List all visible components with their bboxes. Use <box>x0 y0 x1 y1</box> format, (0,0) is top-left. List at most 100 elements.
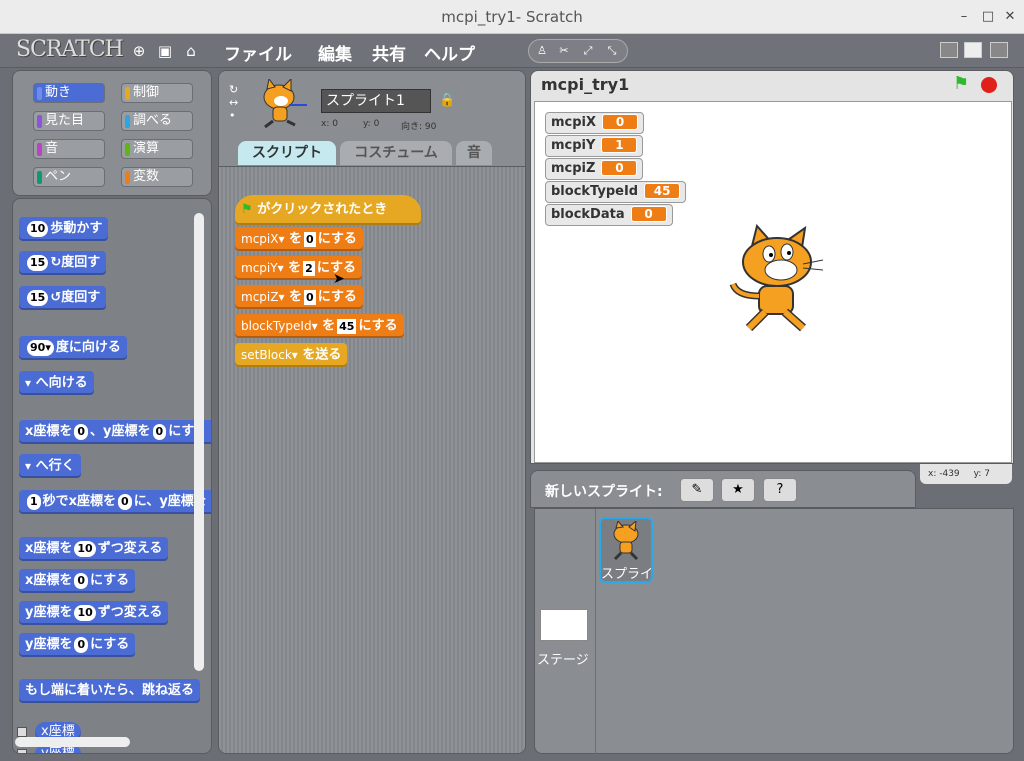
duplicate-stamp-icon[interactable]: ♙ <box>533 43 551 59</box>
value-input[interactable]: 45 <box>337 318 357 334</box>
stage-canvas[interactable]: mcpiX 0 mcpiY 1 mcpiZ 0 blockTypeId 45 block… <box>534 101 1012 463</box>
category-operators[interactable]: 演算 <box>121 139 193 159</box>
set-variable-block[interactable]: mcpiX▾ を 0 にする <box>235 227 363 251</box>
x-input[interactable]: 0 <box>74 572 89 589</box>
move-steps-block[interactable]: 10 歩動かす <box>19 217 109 241</box>
value-input[interactable]: 0 <box>304 231 316 247</box>
variable-monitor[interactable]: blockTypeId 45 <box>545 181 687 203</box>
x-change-input[interactable]: 10 <box>74 540 96 557</box>
xpos-checkbox[interactable] <box>17 727 27 737</box>
share-upload-icon[interactable]: ⌂ <box>182 42 200 60</box>
direction-dropdown[interactable]: 90▾ <box>27 339 54 356</box>
grow-icon[interactable]: ⤢ <box>579 43 597 59</box>
green-flag-icon[interactable]: ⚑ <box>953 73 969 94</box>
scripts-area[interactable]: ⚑ がクリックされたとき mcpiX▾ を 0 にする mcpiY▾ を 2 にする m… <box>218 166 526 754</box>
variable-dropdown[interactable]: blockTypeId <box>241 314 312 338</box>
sprite-name-input[interactable]: スプライト1 <box>321 89 431 113</box>
variable-monitor[interactable]: mcpiY 1 <box>545 135 644 157</box>
menu-file[interactable]: ファイル <box>224 40 292 65</box>
turn-right-block[interactable]: 15 ↻度回す <box>19 251 107 275</box>
stage-thumbnail[interactable] <box>540 609 588 641</box>
bounce-block[interactable]: もし端に着いたら、跳ね返る <box>19 679 201 703</box>
degrees-input[interactable]: 15 <box>27 254 49 271</box>
x-input[interactable]: 0 <box>74 423 89 440</box>
set-variable-block[interactable]: mcpiZ▾ を 0 にする <box>235 285 363 309</box>
shrink-icon[interactable]: ⤡ <box>603 43 621 59</box>
broadcast-block[interactable]: setBlock▾ を送る <box>235 343 348 367</box>
change-x-block[interactable]: x座標を 10 ずつ変える <box>19 537 169 561</box>
message-dropdown[interactable]: setBlock <box>241 343 292 367</box>
minimize-icon[interactable]: – <box>956 9 972 25</box>
maximize-icon[interactable]: □ <box>980 9 996 25</box>
language-globe-icon[interactable]: ⊕ <box>130 42 148 60</box>
y-input[interactable]: 0 <box>152 423 167 440</box>
save-disk-icon[interactable]: ▣ <box>156 42 174 60</box>
x-input[interactable]: 0 <box>118 493 132 510</box>
chevron-down-icon: ▾ <box>311 319 318 333</box>
palette-vertical-scrollbar[interactable] <box>194 213 204 671</box>
lock-icon[interactable]: 🔒 <box>439 93 455 108</box>
variable-monitor[interactable]: mcpiZ 0 <box>545 158 644 180</box>
category-control[interactable]: 制御 <box>121 83 193 103</box>
sprite-thumbnail[interactable]: スプライト1 <box>599 517 653 583</box>
tab-scripts[interactable]: スクリプト <box>238 141 336 165</box>
cat-sprite[interactable] <box>723 224 827 336</box>
palette-horizontal-scrollbar[interactable] <box>15 737 130 747</box>
close-icon[interactable]: ✕ <box>1002 9 1018 25</box>
sprite-list-divider <box>595 509 596 755</box>
category-panel: 動き 制御 見た目 調べる 音 演算 ペン 変数 <box>12 70 212 196</box>
target-dropdown[interactable]: ▾ <box>25 454 31 478</box>
variable-monitor[interactable]: blockData 0 <box>545 204 673 226</box>
point-direction-block[interactable]: 90▾ 度に向ける <box>19 336 127 360</box>
menu-help[interactable]: ヘルプ <box>424 40 475 65</box>
glide-block[interactable]: 1 秒でx座標を 0 に、y座標を <box>19 490 211 514</box>
point-towards-block[interactable]: ▾ へ向ける <box>19 371 94 395</box>
menu-edit[interactable]: 編集 <box>318 40 352 65</box>
category-variables[interactable]: 変数 <box>121 167 193 187</box>
turn-left-block[interactable]: 15 ↺度回す <box>19 286 107 310</box>
goto-block[interactable]: ▾ へ行く <box>19 454 81 478</box>
set-variable-block[interactable]: blockTypeId▾ を 45 にする <box>235 314 404 338</box>
ypos-checkbox[interactable] <box>17 749 27 753</box>
small-stage-mode-icon[interactable] <box>940 42 958 58</box>
choose-sprite-file-button[interactable]: ★ <box>721 478 755 502</box>
change-y-block[interactable]: y座標を 10 ずつ変える <box>19 601 169 625</box>
random-sprite-button[interactable]: ? <box>763 478 797 502</box>
goto-xy-block[interactable]: x座標を 0 、y座標を 0 にす <box>19 420 211 444</box>
when-flag-clicked-block[interactable]: ⚑ がクリックされたとき <box>235 195 421 225</box>
mouse-x: x: -439 <box>928 469 960 479</box>
set-y-block[interactable]: y座標を 0 にする <box>19 633 136 657</box>
delete-scissors-icon[interactable]: ✂ <box>555 43 573 59</box>
set-x-block[interactable]: x座標を 0 にする <box>19 569 136 593</box>
chevron-down-icon: ▾ <box>291 348 298 362</box>
category-motion[interactable]: 動き <box>33 83 105 103</box>
block-text: にする <box>90 637 130 652</box>
rotation-style-icons[interactable]: ↻ ↔ • <box>229 83 243 123</box>
category-color <box>37 115 42 128</box>
normal-stage-mode-icon[interactable] <box>964 42 982 58</box>
category-looks[interactable]: 見た目 <box>33 111 105 131</box>
tab-sounds[interactable]: 音 <box>456 141 492 165</box>
degrees-input[interactable]: 15 <box>27 289 49 306</box>
target-dropdown[interactable]: ▾ <box>25 371 31 395</box>
steps-input[interactable]: 10 <box>27 220 49 237</box>
value-input[interactable]: 0 <box>304 289 316 305</box>
value-input[interactable]: 2 <box>303 260 315 276</box>
seconds-input[interactable]: 1 <box>27 493 41 510</box>
paint-new-sprite-button[interactable]: ✎ <box>680 478 714 502</box>
category-color <box>37 143 42 156</box>
menu-share[interactable]: 共有 <box>372 40 406 65</box>
variable-monitor[interactable]: mcpiX 0 <box>545 112 645 134</box>
variable-dropdown[interactable]: mcpiX <box>241 227 278 251</box>
y-input[interactable]: 0 <box>74 636 89 653</box>
cat-thumbnail-icon <box>613 521 639 561</box>
variable-dropdown[interactable]: mcpiY <box>241 256 278 280</box>
category-pen[interactable]: ペン <box>33 167 105 187</box>
category-sound[interactable]: 音 <box>33 139 105 159</box>
category-sensing[interactable]: 調べる <box>121 111 193 131</box>
variable-dropdown[interactable]: mcpiZ <box>241 285 278 309</box>
stop-sign-icon[interactable] <box>981 77 997 93</box>
tab-costumes[interactable]: コスチューム <box>340 141 452 165</box>
y-change-input[interactable]: 10 <box>74 604 96 621</box>
presentation-mode-icon[interactable] <box>990 42 1008 58</box>
